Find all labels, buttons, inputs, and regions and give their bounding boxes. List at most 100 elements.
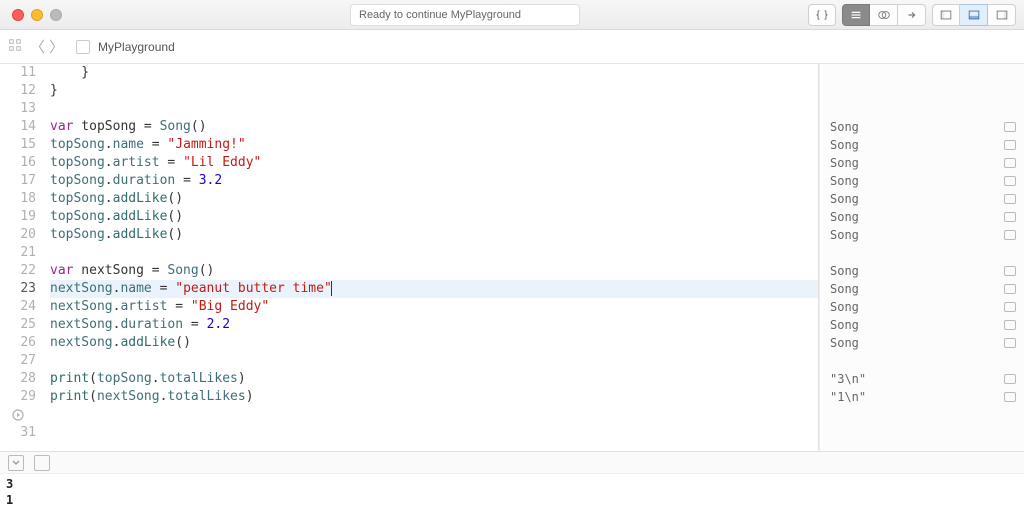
console-output: 31	[0, 473, 1024, 511]
results-sidebar: SongSongSongSongSongSongSongSongSongSong…	[819, 64, 1024, 451]
quicklook-button[interactable]	[1004, 392, 1016, 402]
result-row: Song	[830, 136, 1024, 154]
result-row: Song	[830, 154, 1024, 172]
code-line[interactable]: topSong.addLike()	[50, 226, 818, 244]
quicklook-button[interactable]	[1004, 194, 1016, 204]
line-number: 14	[0, 118, 36, 136]
arrow-right-icon	[905, 8, 919, 22]
related-items-icon[interactable]	[8, 38, 22, 56]
code-area[interactable]: 1112131415161718192021222324252627282931…	[0, 64, 819, 451]
code-line[interactable]: topSong.name = "Jamming!"	[50, 136, 818, 154]
code-line[interactable]	[50, 244, 818, 262]
result-row: Song	[830, 226, 1024, 244]
file-icon	[76, 40, 90, 54]
nav-back-button[interactable]: 〈	[30, 36, 45, 57]
nav-forward-button[interactable]: 〉	[49, 36, 64, 57]
zoom-window-button[interactable]	[50, 9, 62, 21]
line-number: 26	[0, 334, 36, 352]
line-number: 19	[0, 208, 36, 226]
quicklook-button[interactable]	[1004, 302, 1016, 312]
quicklook-button[interactable]	[1004, 284, 1016, 294]
line-number: 13	[0, 100, 36, 118]
result-value: Song	[830, 154, 859, 172]
result-row	[830, 64, 1024, 82]
code-line[interactable]	[50, 352, 818, 370]
line-number: 29	[0, 388, 36, 406]
line-number: 11	[0, 64, 36, 82]
status-text: Ready to continue MyPlayground	[359, 9, 521, 21]
line-number: 27	[0, 352, 36, 370]
code-line[interactable]: nextSong.addLike()	[50, 334, 818, 352]
result-value: "3\n"	[830, 370, 866, 388]
panel-bottom[interactable]	[960, 4, 988, 26]
panel-segment	[932, 4, 1016, 26]
code-line[interactable]: }	[50, 64, 818, 82]
editor-mode-segment	[842, 4, 926, 26]
quicklook-button[interactable]	[1004, 266, 1016, 276]
code-line[interactable]: topSong.duration = 3.2	[50, 172, 818, 190]
console-clear-button[interactable]	[34, 455, 50, 471]
result-row: Song	[830, 334, 1024, 352]
quicklook-button[interactable]	[1004, 320, 1016, 330]
run-line-button[interactable]	[0, 406, 36, 424]
quicklook-button[interactable]	[1004, 158, 1016, 168]
result-row: Song	[830, 208, 1024, 226]
close-window-button[interactable]	[12, 9, 24, 21]
editor-mode-assistant[interactable]	[870, 4, 898, 26]
code-line[interactable]: topSong.addLike()	[50, 190, 818, 208]
code-line[interactable]: topSong.artist = "Lil Eddy"	[50, 154, 818, 172]
code-line[interactable]: nextSong.duration = 2.2	[50, 316, 818, 334]
quicklook-button[interactable]	[1004, 338, 1016, 348]
result-value: Song	[830, 190, 859, 208]
file-name[interactable]: MyPlayground	[98, 40, 175, 54]
code-line[interactable]	[50, 424, 818, 442]
code-line[interactable]: }	[50, 82, 818, 100]
editor-wrap: 1112131415161718192021222324252627282931…	[0, 64, 1024, 451]
line-number: 12	[0, 82, 36, 100]
quicklook-button[interactable]	[1004, 374, 1016, 384]
result-row	[830, 244, 1024, 262]
console-toggle-button[interactable]	[8, 455, 24, 471]
line-gutter: 1112131415161718192021222324252627282931	[0, 64, 44, 451]
result-row: Song	[830, 118, 1024, 136]
line-number: 22	[0, 262, 36, 280]
panel-bottom-icon	[967, 8, 981, 22]
panel-left-icon	[939, 8, 953, 22]
result-value: Song	[830, 172, 859, 190]
result-value: Song	[830, 334, 859, 352]
result-row: Song	[830, 190, 1024, 208]
code-line[interactable]: nextSong.artist = "Big Eddy"	[50, 298, 818, 316]
result-value: "1\n"	[830, 388, 866, 406]
code-line[interactable]: print(nextSong.totalLikes)	[50, 388, 818, 406]
result-row	[830, 82, 1024, 100]
code-line[interactable]: nextSong.name = "peanut butter time"	[50, 280, 818, 298]
editor-mode-standard[interactable]	[842, 4, 870, 26]
code-line[interactable]	[50, 406, 818, 424]
quicklook-button[interactable]	[1004, 230, 1016, 240]
braces-button[interactable]	[808, 4, 836, 26]
traffic-lights	[12, 9, 62, 21]
braces-icon	[815, 8, 829, 22]
quicklook-button[interactable]	[1004, 176, 1016, 186]
result-value: Song	[830, 118, 859, 136]
code-line[interactable]	[50, 100, 818, 118]
code-editor[interactable]: }} var topSong = Song()topSong.name = "Ja…	[44, 64, 818, 451]
status-bar: Ready to continue MyPlayground	[350, 4, 580, 26]
result-row	[830, 406, 1024, 424]
code-line[interactable]: print(topSong.totalLikes)	[50, 370, 818, 388]
quicklook-button[interactable]	[1004, 212, 1016, 222]
code-line[interactable]: var topSong = Song()	[50, 118, 818, 136]
editor-mode-version[interactable]	[898, 4, 926, 26]
panel-left[interactable]	[932, 4, 960, 26]
result-row: Song	[830, 298, 1024, 316]
result-row: Song	[830, 172, 1024, 190]
code-line[interactable]: var nextSong = Song()	[50, 262, 818, 280]
result-row	[830, 424, 1024, 442]
minimize-window-button[interactable]	[31, 9, 43, 21]
panel-right[interactable]	[988, 4, 1016, 26]
quicklook-button[interactable]	[1004, 122, 1016, 132]
code-line[interactable]: topSong.addLike()	[50, 208, 818, 226]
result-value: Song	[830, 262, 859, 280]
line-number: 23	[0, 280, 36, 298]
quicklook-button[interactable]	[1004, 140, 1016, 150]
